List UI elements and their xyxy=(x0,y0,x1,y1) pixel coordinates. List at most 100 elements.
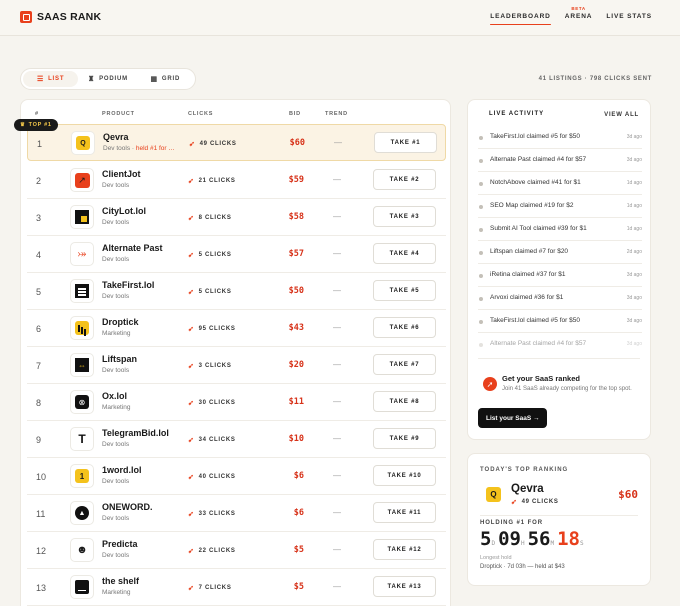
divider xyxy=(480,515,638,516)
product-name[interactable]: Ox.lol xyxy=(102,391,127,401)
table-row[interactable]: 13 the shelf Marketing ➹ 7 CLICKS $5 — TA… xyxy=(27,569,446,606)
product-name[interactable]: Qevra xyxy=(103,132,129,142)
letter-t-icon: T xyxy=(78,432,86,446)
bid-value: $6 xyxy=(293,471,304,481)
click-count: ➹ 95 CLICKS xyxy=(188,326,236,333)
click-count: ➹ 3 CLICKS xyxy=(188,363,232,370)
take-button[interactable]: TAKE #4 xyxy=(373,243,436,264)
product-name[interactable]: Liftspan xyxy=(102,354,137,364)
product-name[interactable]: ONEWORD. xyxy=(102,502,153,512)
table-row[interactable]: 9 T TelegramBid.lol Dev tools ➹ 34 CLICKS… xyxy=(27,421,446,458)
take-button[interactable]: TAKE #9 xyxy=(373,428,436,449)
click-count: ➹ 30 CLICKS xyxy=(188,400,236,407)
bid-value: $10 xyxy=(288,434,304,444)
list-your-saas-button[interactable]: List your SaaS → xyxy=(478,408,548,428)
activity-item: Liftspan claimed #7 for $20 2d ago xyxy=(478,241,642,264)
activity-item: Alternate Past claimed #4 for $57 3d ago xyxy=(478,333,642,356)
product-name[interactable]: ClientJot xyxy=(102,169,141,179)
product-name[interactable]: Droptick xyxy=(102,317,139,327)
take-button[interactable]: TAKE #8 xyxy=(373,391,436,412)
bid-value: $5 xyxy=(293,545,304,555)
cursor-icon: ➹ xyxy=(188,585,195,592)
table-row[interactable]: 12 ☻ Predicta Dev tools ➹ 22 CLICKS $5 — … xyxy=(27,532,446,569)
product-name[interactable]: Alternate Past xyxy=(102,243,163,253)
take-button[interactable]: TAKE #2 xyxy=(373,169,436,190)
divider xyxy=(478,358,640,359)
trend-value: — xyxy=(333,175,341,184)
cursor-icon: ➹ xyxy=(188,437,195,444)
held-note: held #1 for … xyxy=(135,145,175,152)
product-logo xyxy=(70,279,94,303)
status-dot xyxy=(479,274,483,278)
trend-value: — xyxy=(333,249,341,258)
table-row[interactable]: 1 Q Qevra Dev tools · held #1 for … ➹ 49 … xyxy=(27,124,446,161)
todays-top-ranking-panel: TODAY'S TOP RANKING Q Qevra ➹ 49 CLICKS $… xyxy=(467,453,651,586)
shelf-icon xyxy=(75,580,89,594)
product-name[interactable]: TelegramBid.lol xyxy=(102,428,169,438)
cursor-icon: ➹ xyxy=(188,215,195,222)
view-podium-button[interactable]: ♜ PODIUM xyxy=(80,71,135,87)
click-count: ➹ 5 CLICKS xyxy=(188,252,232,259)
product-name[interactable]: Predicta xyxy=(102,539,138,549)
nav-leaderboard[interactable]: LEADERBOARD xyxy=(490,13,552,25)
grid-icon: ▦ xyxy=(150,75,158,83)
table-row[interactable]: 6 Droptick Marketing ➹ 95 CLICKS $43 — TA… xyxy=(27,310,446,347)
bid-value: $59 xyxy=(288,175,304,185)
take-button[interactable]: TAKE #6 xyxy=(373,317,436,338)
trend-value: — xyxy=(333,545,341,554)
product-name[interactable]: the shelf xyxy=(102,576,139,586)
table-row[interactable]: 3 CityLot.lol Dev tools ➹ 8 CLICKS $58 — … xyxy=(27,199,446,236)
cursor-icon: ➹ xyxy=(188,400,195,407)
take-button[interactable]: TAKE #12 xyxy=(373,539,436,560)
trend-value: — xyxy=(333,323,341,332)
product-name[interactable]: 1word.lol xyxy=(102,465,142,475)
view-all-link[interactable]: VIEW ALL xyxy=(604,112,639,118)
status-dot xyxy=(479,228,483,232)
table-row[interactable]: 2 ↗ ClientJot Dev tools ➹ 21 CLICKS $59 —… xyxy=(27,162,446,199)
take-button[interactable]: TAKE #1 xyxy=(374,132,437,153)
activity-item: TakeFirst.lol claimed #5 for $50 3d ago xyxy=(478,310,642,333)
table-row[interactable]: 7 ⇔ Liftspan Dev tools ➹ 3 CLICKS $20 — T… xyxy=(27,347,446,384)
cursor-icon: ➹ xyxy=(188,548,195,555)
product-category: Dev tools xyxy=(102,478,130,485)
take-button[interactable]: TAKE #11 xyxy=(373,502,436,523)
view-list-button[interactable]: ☰ LIST xyxy=(23,71,79,87)
take-button[interactable]: TAKE #5 xyxy=(373,280,436,301)
view-grid-button[interactable]: ▦ GRID xyxy=(138,71,193,87)
bid-value: $11 xyxy=(288,397,304,407)
product-category: Dev tools xyxy=(102,552,130,559)
table-row[interactable]: 8 ⊗ Ox.lol Marketing ➹ 30 CLICKS $11 — TA… xyxy=(27,384,446,421)
product-name[interactable]: TakeFirst.lol xyxy=(102,280,154,290)
col-rank: # xyxy=(35,111,39,117)
trend-value: — xyxy=(333,582,341,591)
todays-top-ranking-title: TODAY'S TOP RANKING xyxy=(480,467,569,473)
product-category: Dev tools · held #1 for … xyxy=(103,145,175,152)
nav-live-stats[interactable]: LIVE STATS xyxy=(606,13,652,25)
top-product-clicks: ➹ 49 CLICKS xyxy=(511,499,559,506)
top-product-name[interactable]: Qevra xyxy=(511,483,544,495)
product-logo: T xyxy=(70,427,94,451)
logo[interactable]: SAAS RANK xyxy=(20,11,101,23)
take-button[interactable]: TAKE #10 xyxy=(373,465,436,486)
nav-arena[interactable]: BETA ARENA xyxy=(565,6,593,25)
crown-icon: ♛ xyxy=(20,122,26,128)
take-button[interactable]: TAKE #13 xyxy=(373,576,436,597)
number-one-icon: 1 xyxy=(75,469,89,483)
triangle-icon: ▲ xyxy=(75,506,89,520)
cursor-icon: ➹ xyxy=(188,511,195,518)
table-row[interactable]: 10 1 1word.lol Dev tools ➹ 40 CLICKS $6 —… xyxy=(27,458,446,495)
status-dot xyxy=(479,251,483,255)
product-category: Marketing xyxy=(102,404,131,411)
take-button[interactable]: TAKE #7 xyxy=(373,354,436,375)
table-row[interactable]: 5 TakeFirst.lol Dev tools ➹ 5 CLICKS $50 … xyxy=(27,273,446,310)
product-logo xyxy=(70,316,94,340)
bid-value: $57 xyxy=(288,249,304,259)
product-name[interactable]: CityLot.lol xyxy=(102,206,146,216)
product-category: Dev tools xyxy=(102,219,130,226)
bid-value: $5 xyxy=(293,582,304,592)
trend-value: — xyxy=(333,471,341,480)
take-button[interactable]: TAKE #3 xyxy=(373,206,436,227)
table-row[interactable]: 11 ▲ ONEWORD. Dev tools ➹ 33 CLICKS $6 — … xyxy=(27,495,446,532)
table-row[interactable]: 4 ⤖ Alternate Past Dev tools ➹ 5 CLICKS $… xyxy=(27,236,446,273)
col-product: PRODUCT xyxy=(102,111,135,117)
